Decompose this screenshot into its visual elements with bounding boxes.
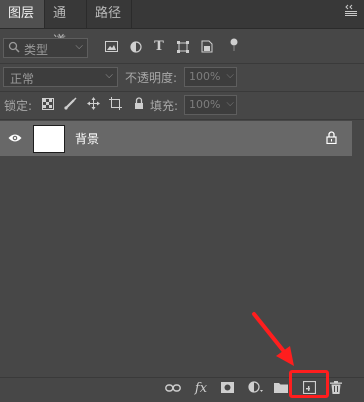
shape-filter-icon[interactable] — [176, 41, 190, 56]
scrollbar[interactable] — [352, 121, 364, 376]
type-filter-icon[interactable]: T — [152, 40, 166, 54]
filter-toggle-icon[interactable] — [228, 38, 240, 55]
lock-label: 锁定: — [4, 99, 33, 113]
tab-layers-label: 图层 — [8, 6, 35, 21]
fx-label: fx — [194, 381, 208, 396]
adjustment-filter-icon[interactable] — [129, 41, 143, 56]
pixel-filter-icon[interactable] — [104, 41, 118, 55]
lock-all-icon[interactable] — [133, 97, 145, 113]
lock-position-icon[interactable] — [86, 97, 100, 113]
fill-label: 填充: — [150, 99, 179, 113]
divider — [0, 119, 364, 120]
folder-icon[interactable] — [274, 381, 288, 397]
divider — [0, 91, 364, 92]
filter-kind-dropdown[interactable]: 类型 ⌵ — [3, 38, 88, 58]
annotation-highlight-box — [289, 370, 329, 398]
tab-layers[interactable]: 图层 — [0, 0, 45, 28]
layer-row-background[interactable]: 背景 — [0, 121, 352, 156]
smart-object-filter-icon[interactable] — [200, 40, 214, 56]
tab-paths-label: 路径 — [95, 6, 122, 21]
chevron-down-icon: ⌵ — [226, 98, 234, 109]
tab-paths[interactable]: 路径 — [87, 0, 132, 28]
fx-icon[interactable]: fx — [193, 381, 209, 397]
filter-kind-label: 类型 — [24, 43, 49, 57]
fill-field[interactable]: 100% ⌵ — [184, 95, 237, 115]
chevron-down-icon: ⌵ — [226, 70, 234, 81]
chevron-down-icon: ⌵ — [105, 70, 113, 81]
chevron-down-icon: ⌵ — [75, 41, 83, 52]
adjustment-icon[interactable] — [247, 381, 265, 397]
search-icon — [7, 41, 21, 56]
opacity-field[interactable]: 100% ⌵ — [184, 67, 237, 87]
opacity-value: 100% — [189, 70, 221, 83]
trash-icon[interactable] — [329, 381, 343, 397]
lock-transparent-icon[interactable] — [41, 98, 55, 113]
link-icon[interactable] — [165, 381, 181, 397]
eye-icon[interactable] — [8, 132, 22, 144]
blend-mode-value: 正常 — [10, 72, 35, 86]
tab-channels[interactable]: 通道 — [45, 0, 87, 49]
lock-icon — [326, 131, 338, 145]
layer-name[interactable]: 背景 — [75, 130, 99, 147]
annotation-arrow — [252, 312, 294, 366]
tab-bar: 图层 通道 路径 — [0, 0, 364, 49]
blend-mode-dropdown[interactable]: 正常 ⌵ — [3, 67, 118, 87]
divider — [0, 63, 364, 64]
menu-icon[interactable] — [344, 4, 358, 19]
opacity-label: 不透明度: — [125, 71, 178, 85]
lock-artboard-icon[interactable] — [108, 97, 122, 113]
lock-pixels-icon[interactable] — [63, 97, 77, 113]
mask-icon[interactable] — [220, 381, 234, 397]
layers-panel: 图层 通道 路径 类型 ⌵ T 正常 ⌵ 不透明度: 100% ⌵ — [0, 0, 364, 402]
layer-thumbnail — [33, 125, 65, 153]
fill-value: 100% — [189, 98, 221, 111]
